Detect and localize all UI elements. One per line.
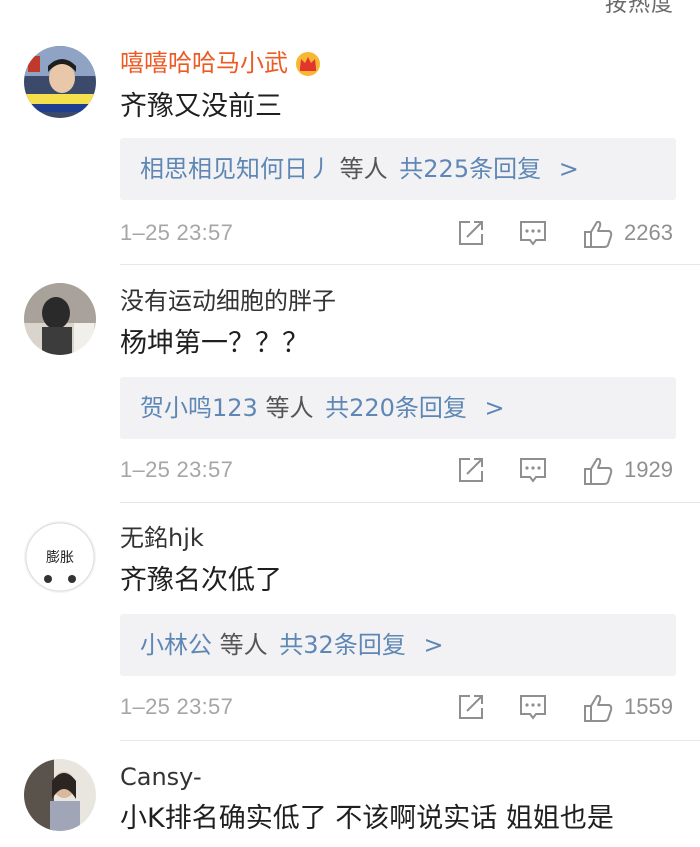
reply-etc: 等人	[339, 155, 388, 183]
thumbs-up-icon	[584, 457, 613, 485]
chevron-right-icon: >	[423, 631, 444, 659]
comment-meta: 1–25 23:57 2263	[120, 218, 676, 254]
timestamp: 1–25 23:57	[120, 457, 234, 482]
sort-toggle[interactable]: 按热度	[605, 0, 674, 18]
timestamp: 1–25 23:57	[120, 220, 234, 245]
thumbs-up-icon	[584, 694, 613, 722]
comment-icon[interactable]	[518, 218, 548, 248]
reply-users[interactable]: 相思相见知何日丿	[140, 155, 332, 183]
avatar[interactable]: 膨胀	[24, 521, 96, 593]
reply-count: 共225条回复	[399, 155, 542, 183]
avatar[interactable]	[24, 759, 96, 831]
like-count: 1559	[624, 694, 673, 719]
comment-icon[interactable]	[518, 455, 548, 485]
avatar[interactable]	[24, 46, 96, 118]
comment-text: 小K排名确实低了 不该啊说实话 姐姐也是	[120, 803, 614, 834]
chevron-right-icon: >	[484, 394, 505, 422]
share-icon[interactable]	[456, 692, 486, 722]
divider	[120, 264, 700, 265]
divider	[120, 502, 700, 503]
divider	[120, 740, 700, 741]
reply-users[interactable]: 贺小鸣123	[140, 394, 258, 422]
reply-users[interactable]: 小林公	[140, 631, 212, 659]
reply-etc: 等人	[219, 631, 268, 659]
username[interactable]: Cansy-	[120, 762, 202, 792]
comment-text: 齐豫名次低了	[120, 565, 282, 596]
username[interactable]: 嘻嘻哈哈马小武	[120, 48, 322, 78]
comment-meta: 1–25 23:57 1559	[120, 692, 676, 728]
share-icon[interactable]	[456, 218, 486, 248]
reply-summary[interactable]: 相思相见知何日丿 等人 共225条回复 >	[120, 138, 676, 200]
avatar-label: 膨胀	[46, 549, 74, 566]
chevron-right-icon: >	[558, 155, 579, 183]
comment-text: 杨坤第一？？？	[120, 328, 309, 359]
share-icon[interactable]	[456, 455, 486, 485]
avatar[interactable]	[24, 283, 96, 355]
comment-icon[interactable]	[518, 692, 548, 722]
reply-etc: 等人	[265, 394, 314, 422]
thumbs-up-icon	[584, 220, 613, 248]
username[interactable]: 没有运动细胞的胖子	[120, 286, 336, 316]
like-count: 1929	[624, 457, 673, 482]
reply-summary[interactable]: 贺小鸣123 等人 共220条回复 >	[120, 377, 676, 439]
username[interactable]: 无銘hjk	[120, 523, 204, 553]
comment-meta: 1–25 23:57 1929	[120, 455, 676, 491]
reply-summary[interactable]: 小林公 等人 共32条回复 >	[120, 614, 676, 676]
crown-icon	[294, 51, 322, 77]
timestamp: 1–25 23:57	[120, 694, 234, 719]
comment-text: 齐豫又没前三	[120, 91, 282, 122]
reply-count: 共220条回复	[325, 394, 467, 422]
sort-label: 按热度	[604, 0, 674, 17]
reply-count: 共32条回复	[279, 631, 406, 659]
like-count: 2263	[624, 220, 673, 245]
